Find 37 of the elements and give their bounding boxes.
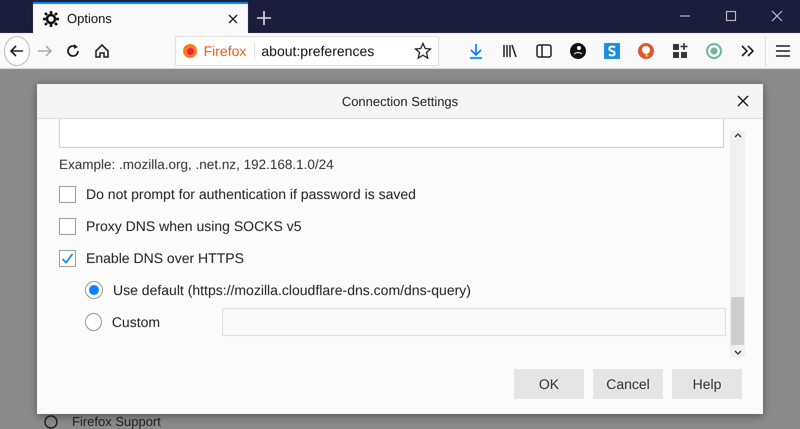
radio-button[interactable] [85,281,103,299]
example-hint: Example: .mozilla.org, .net.nz, 192.168.1.0/24 [59,157,335,172]
grid-plus-icon[interactable] [670,42,689,60]
checkbox-label: Enable DNS over HTTPS [86,250,244,266]
scrollbar[interactable] [730,131,745,357]
checkbox-label: Proxy DNS when using SOCKS v5 [86,218,302,234]
back-arrow-icon [9,42,26,58]
s-square-icon[interactable] [602,42,621,60]
radio-button[interactable] [85,313,102,331]
dialog-button[interactable]: OK [514,369,584,399]
url-text: about:preferences [261,42,376,58]
dialog-button[interactable]: Help [672,369,742,399]
checkbox[interactable] [59,186,76,202]
radio-label: Use default (https://mozilla.cloudflare-dns.com/dns-query) [113,282,471,298]
sidebar-icon[interactable] [534,42,553,60]
dialog-button[interactable]: Cancel [593,369,663,399]
close-icon[interactable] [228,14,238,24]
dialog-title: Connection Settings [342,94,458,108]
checkbox-label: Do not prompt for authentication if password is saved [86,186,416,202]
radio-label: Custom [112,314,160,330]
address-bar[interactable]: Firefox about:preferences [174,36,439,66]
support-link[interactable]: Firefox Support [72,414,161,429]
close-icon[interactable] [735,93,751,109]
no-proxy-field[interactable] [59,119,724,148]
gear-icon [43,10,59,26]
scroll-down-icon[interactable] [732,349,742,357]
checkbox[interactable] [59,250,76,266]
checkbox[interactable] [59,218,76,234]
star-icon[interactable] [414,42,432,60]
identity-label: Firefox [204,42,256,58]
back-button[interactable] [4,36,30,66]
home-icon[interactable] [92,42,111,60]
browser-tab[interactable]: Options [33,2,248,33]
plus-icon[interactable] [256,10,272,26]
scroll-up-icon[interactable] [732,131,742,139]
scrollbar-thumb[interactable] [731,297,744,345]
custom-url-field[interactable] [222,308,726,336]
